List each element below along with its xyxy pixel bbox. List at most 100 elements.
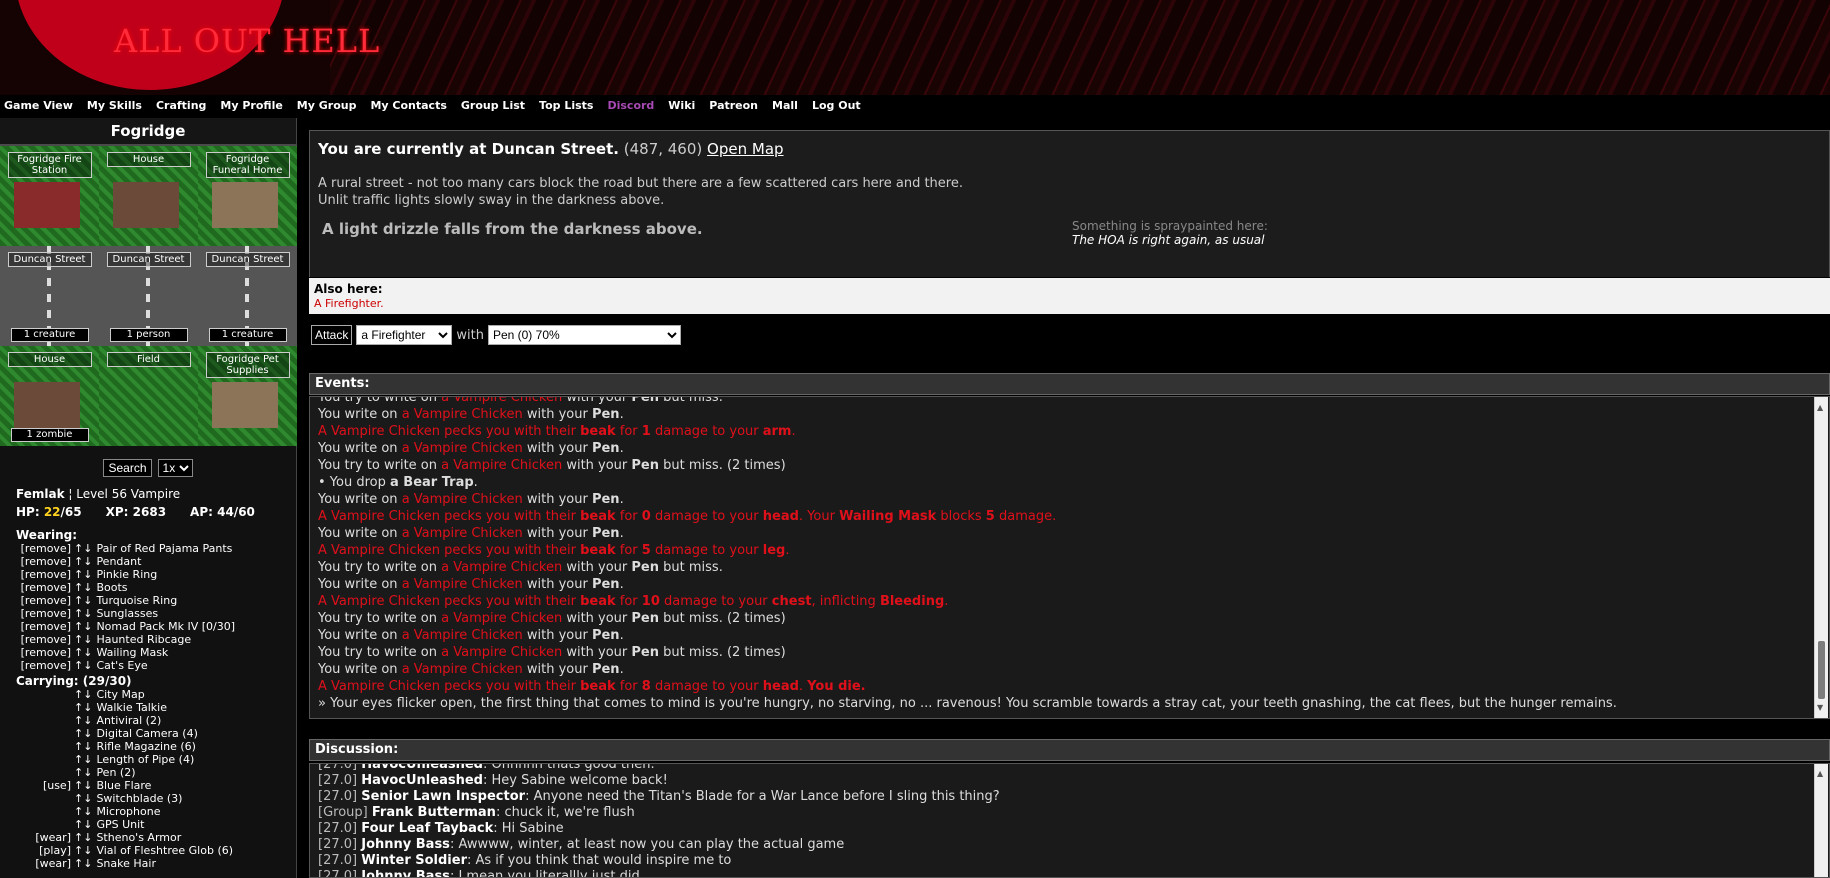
reorder-arrows-icon[interactable]: ↑↓ bbox=[74, 688, 92, 701]
attack-button[interactable]: Attack bbox=[311, 325, 353, 345]
discussion-scrollbar[interactable]: ▲ bbox=[1814, 764, 1828, 877]
item-name[interactable]: Pendant bbox=[96, 555, 141, 568]
item-name[interactable]: Pair of Red Pajama Pants bbox=[96, 542, 232, 555]
item-action-link[interactable] bbox=[16, 701, 71, 714]
reorder-arrows-icon[interactable]: ↑↓ bbox=[74, 792, 92, 805]
map-tile[interactable]: Duncan Street 1 creature bbox=[198, 246, 297, 346]
item-name[interactable]: Pinkie Ring bbox=[96, 568, 157, 581]
scroll-down-icon[interactable]: ▼ bbox=[1817, 699, 1823, 716]
nav-my-contacts[interactable]: My Contacts bbox=[370, 95, 446, 118]
chat-username[interactable]: Four Leaf Tayback bbox=[361, 821, 493, 836]
item-name[interactable]: Antiviral (2) bbox=[96, 714, 161, 727]
nav-top-lists[interactable]: Top Lists bbox=[539, 95, 593, 118]
item-action-link[interactable] bbox=[16, 753, 71, 766]
nav-patreon[interactable]: Patreon bbox=[709, 95, 758, 118]
nav-crafting[interactable]: Crafting bbox=[156, 95, 206, 118]
reorder-arrows-icon[interactable]: ↑↓ bbox=[74, 779, 92, 792]
item-action-link[interactable]: [remove] bbox=[16, 646, 71, 659]
reorder-arrows-icon[interactable]: ↑↓ bbox=[74, 542, 92, 555]
chat-username[interactable]: Johnny Bass bbox=[361, 837, 450, 852]
map-tile[interactable]: Field bbox=[99, 346, 198, 446]
reorder-arrows-icon[interactable]: ↑↓ bbox=[74, 714, 92, 727]
item-name[interactable]: Stheno's Armor bbox=[96, 831, 181, 844]
item-name[interactable]: GPS Unit bbox=[96, 818, 144, 831]
events-log[interactable]: You try to write on a Vampire Chicken wi… bbox=[309, 396, 1830, 719]
item-action-link[interactable]: [remove] bbox=[16, 607, 71, 620]
item-action-link[interactable]: [remove] bbox=[16, 568, 71, 581]
item-action-link[interactable]: [play] bbox=[16, 844, 71, 857]
map-tile[interactable]: Fogridge Funeral Home bbox=[198, 146, 297, 246]
map-tile[interactable]: Fogridge Fire Station bbox=[0, 146, 99, 246]
item-action-link[interactable] bbox=[16, 688, 71, 701]
discussion-log[interactable]: [27.0] HavocUnleashed: Ohhhhh thats good… bbox=[309, 763, 1830, 878]
item-name[interactable]: Blue Flare bbox=[96, 779, 151, 792]
reorder-arrows-icon[interactable]: ↑↓ bbox=[74, 620, 92, 633]
nav-log-out[interactable]: Log Out bbox=[812, 95, 861, 118]
item-name[interactable]: Vial of Fleshtree Glob (6) bbox=[96, 844, 233, 857]
reorder-arrows-icon[interactable]: ↑↓ bbox=[74, 568, 92, 581]
map-tile[interactable]: Fogridge Pet Supplies bbox=[198, 346, 297, 446]
item-name[interactable]: Turquoise Ring bbox=[96, 594, 177, 607]
item-action-link[interactable]: [wear] bbox=[16, 831, 71, 844]
item-action-link[interactable] bbox=[16, 766, 71, 779]
item-name[interactable]: Walkie Talkie bbox=[96, 701, 167, 714]
item-action-link[interactable] bbox=[16, 740, 71, 753]
reorder-arrows-icon[interactable]: ↑↓ bbox=[74, 844, 92, 857]
item-action-link[interactable]: [wear] bbox=[16, 857, 71, 870]
item-name[interactable]: Boots bbox=[96, 581, 127, 594]
events-scroll-thumb[interactable] bbox=[1818, 641, 1825, 699]
nav-discord[interactable]: Discord bbox=[607, 95, 654, 118]
reorder-arrows-icon[interactable]: ↑↓ bbox=[74, 805, 92, 818]
item-action-link[interactable]: [remove] bbox=[16, 542, 71, 555]
reorder-arrows-icon[interactable]: ↑↓ bbox=[74, 646, 92, 659]
attack-weapon-select[interactable]: Pen (0) 70% bbox=[487, 325, 681, 345]
reorder-arrows-icon[interactable]: ↑↓ bbox=[74, 594, 92, 607]
search-multiplier-select[interactable]: 1x bbox=[157, 459, 193, 477]
item-action-link[interactable]: [remove] bbox=[16, 594, 71, 607]
chat-username[interactable]: Senior Lawn Inspector bbox=[361, 789, 525, 804]
search-button[interactable]: Search bbox=[103, 459, 152, 477]
reorder-arrows-icon[interactable]: ↑↓ bbox=[74, 555, 92, 568]
reorder-arrows-icon[interactable]: ↑↓ bbox=[74, 633, 92, 646]
chat-username[interactable]: Winter Soldier bbox=[361, 853, 467, 868]
reorder-arrows-icon[interactable]: ↑↓ bbox=[74, 766, 92, 779]
item-name[interactable]: City Map bbox=[96, 688, 144, 701]
reorder-arrows-icon[interactable]: ↑↓ bbox=[74, 659, 92, 672]
item-name[interactable]: Switchblade (3) bbox=[96, 792, 182, 805]
chat-username[interactable]: Frank Butterman bbox=[372, 805, 496, 820]
item-name[interactable]: Cat's Eye bbox=[96, 659, 147, 672]
item-action-link[interactable] bbox=[16, 805, 71, 818]
reorder-arrows-icon[interactable]: ↑↓ bbox=[74, 753, 92, 766]
item-action-link[interactable] bbox=[16, 714, 71, 727]
map-tile[interactable]: House bbox=[99, 146, 198, 246]
item-action-link[interactable]: [use] bbox=[16, 779, 71, 792]
item-name[interactable]: Nomad Pack Mk IV [0/30] bbox=[96, 620, 235, 633]
item-name[interactable]: Length of Pipe (4) bbox=[96, 753, 194, 766]
item-name[interactable]: Haunted Ribcage bbox=[96, 633, 191, 646]
nav-game-view[interactable]: Game View bbox=[4, 95, 73, 118]
reorder-arrows-icon[interactable]: ↑↓ bbox=[74, 740, 92, 753]
item-name[interactable]: Microphone bbox=[96, 805, 160, 818]
map-tile[interactable]: House 1 zombie bbox=[0, 346, 99, 446]
nav-wiki[interactable]: Wiki bbox=[668, 95, 695, 118]
reorder-arrows-icon[interactable]: ↑↓ bbox=[74, 857, 92, 870]
item-action-link[interactable]: [remove] bbox=[16, 620, 71, 633]
nav-my-skills[interactable]: My Skills bbox=[87, 95, 142, 118]
item-name[interactable]: Snake Hair bbox=[96, 857, 156, 870]
item-action-link[interactable]: [remove] bbox=[16, 633, 71, 646]
nav-my-profile[interactable]: My Profile bbox=[220, 95, 282, 118]
item-name[interactable]: Pen (2) bbox=[96, 766, 135, 779]
reorder-arrows-icon[interactable]: ↑↓ bbox=[74, 727, 92, 740]
scroll-up-icon[interactable]: ▲ bbox=[1817, 766, 1823, 782]
reorder-arrows-icon[interactable]: ↑↓ bbox=[74, 831, 92, 844]
item-action-link[interactable] bbox=[16, 727, 71, 740]
nav-mall[interactable]: Mall bbox=[772, 95, 798, 118]
attack-target-select[interactable]: a Firefighter bbox=[356, 325, 453, 345]
reorder-arrows-icon[interactable]: ↑↓ bbox=[74, 818, 92, 831]
map-tile[interactable]: Duncan Street 1 creature bbox=[0, 246, 99, 346]
chat-username[interactable]: Johnny Bass bbox=[361, 869, 450, 877]
item-name[interactable]: Digital Camera (4) bbox=[96, 727, 197, 740]
chat-username[interactable]: HavocUnleashed bbox=[361, 773, 483, 788]
reorder-arrows-icon[interactable]: ↑↓ bbox=[74, 607, 92, 620]
character-name[interactable]: Femlak bbox=[16, 487, 65, 501]
